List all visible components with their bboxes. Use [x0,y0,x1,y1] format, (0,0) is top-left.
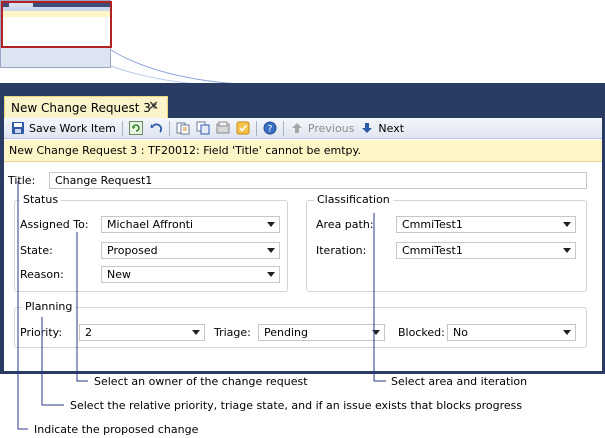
new-linked-item-button[interactable] [173,119,193,137]
toolbar-separator [168,120,170,136]
copy-button[interactable] [193,119,213,137]
planning-group-title: Planning [22,300,76,313]
chevron-down-icon [267,222,275,227]
chevron-down-icon [563,330,571,335]
reason-dropdown[interactable]: New [101,266,280,283]
toolbar-separator [121,120,123,136]
chevron-down-icon [563,248,571,253]
priority-label: Priority: [20,326,63,339]
blocked-value: No [453,326,468,339]
work-item-window: New Change Request 3* ✕ Save Work Item ?… [0,83,605,374]
annotations: Select an owner of the change request Se… [0,374,605,438]
title-value: Change Request1 [55,174,153,187]
blocked-label: Blocked: [398,326,445,339]
toolbar-separator [255,120,257,136]
help-button[interactable]: ? [260,119,280,137]
tab-new-change-request[interactable]: New Change Request 3* ✕ [4,96,168,118]
triage-dropdown[interactable]: Pending [258,324,385,341]
annotation-priority: Select the relative priority, triage sta… [70,399,523,412]
undo-button[interactable] [146,119,166,137]
validation-message: New Change Request 3 : TF20012: Field 'T… [9,144,361,157]
iteration-dropdown[interactable]: CmmiTest1 [396,242,576,259]
assigned-to-dropdown[interactable]: Michael Affronti [101,216,280,233]
previous-button[interactable]: Previous [287,119,358,137]
refresh-icon [128,121,143,135]
outlook-button[interactable] [233,119,253,137]
link-items-icon [176,122,190,135]
validation-message-bar: New Change Request 3 : TF20012: Field 'T… [4,140,602,162]
close-icon[interactable]: ✕ [148,99,159,114]
work-item-content: Save Work Item ? Previous Next New Chang… [4,118,602,371]
state-label: State: [20,244,53,257]
annotation-owner: Select an owner of the change request [94,375,308,388]
chevron-down-icon [563,222,571,227]
outlook-icon [236,121,250,135]
title-label: Title: [8,174,36,187]
save-label: Save Work Item [29,121,116,135]
help-icon: ? [263,121,277,135]
attach-icon [216,121,230,134]
annotation-proposed: Indicate the proposed change [34,423,199,436]
chevron-down-icon [372,330,380,335]
priority-dropdown[interactable]: 2 [79,324,205,341]
toolbar-separator [282,120,284,136]
thumbnail-highlight [1,1,112,48]
attach-button[interactable] [213,119,233,137]
blocked-dropdown[interactable]: No [447,324,576,341]
title-input[interactable]: Change Request1 [49,172,587,189]
svg-text:?: ? [268,125,273,135]
arrow-down-icon [362,123,373,133]
previous-label: Previous [307,121,355,135]
area-path-value: CmmiTest1 [402,218,463,231]
priority-value: 2 [85,326,92,339]
classification-group-title: Classification [314,193,393,206]
refresh-button[interactable] [126,119,146,137]
iteration-value: CmmiTest1 [402,244,463,257]
state-value: Proposed [107,244,158,257]
copy-icon [196,121,210,135]
chevron-down-icon [192,330,200,335]
area-path-dropdown[interactable]: CmmiTest1 [396,216,576,233]
assigned-to-label: Assigned To: [20,218,89,231]
iteration-label: Iteration: [316,244,367,257]
next-button[interactable]: Next [357,119,407,137]
tab-strip: New Change Request 3* ✕ [0,83,605,118]
annotation-area: Select area and iteration [391,375,528,388]
state-dropdown[interactable]: Proposed [101,242,280,259]
undo-icon [150,123,162,133]
toolbar: Save Work Item ? Previous Next [4,118,602,139]
triage-value: Pending [264,326,308,339]
window-thumbnail [0,0,112,68]
work-item-form: Title: Change Request1 Status Assigned T… [4,162,602,371]
next-label: Next [378,121,405,135]
triage-label: Triage: [214,326,251,339]
save-button[interactable]: Save Work Item [8,119,119,137]
reason-label: Reason: [20,268,64,281]
chevron-down-icon [267,272,275,277]
assigned-to-value: Michael Affronti [107,218,194,231]
save-icon [12,122,24,134]
chevron-down-icon [267,248,275,253]
arrow-up-icon [291,123,302,133]
tab-title: New Change Request 3* [11,100,157,115]
area-path-label: Area path: [316,218,374,231]
status-group-title: Status [20,193,62,206]
reason-value: New [107,268,131,281]
